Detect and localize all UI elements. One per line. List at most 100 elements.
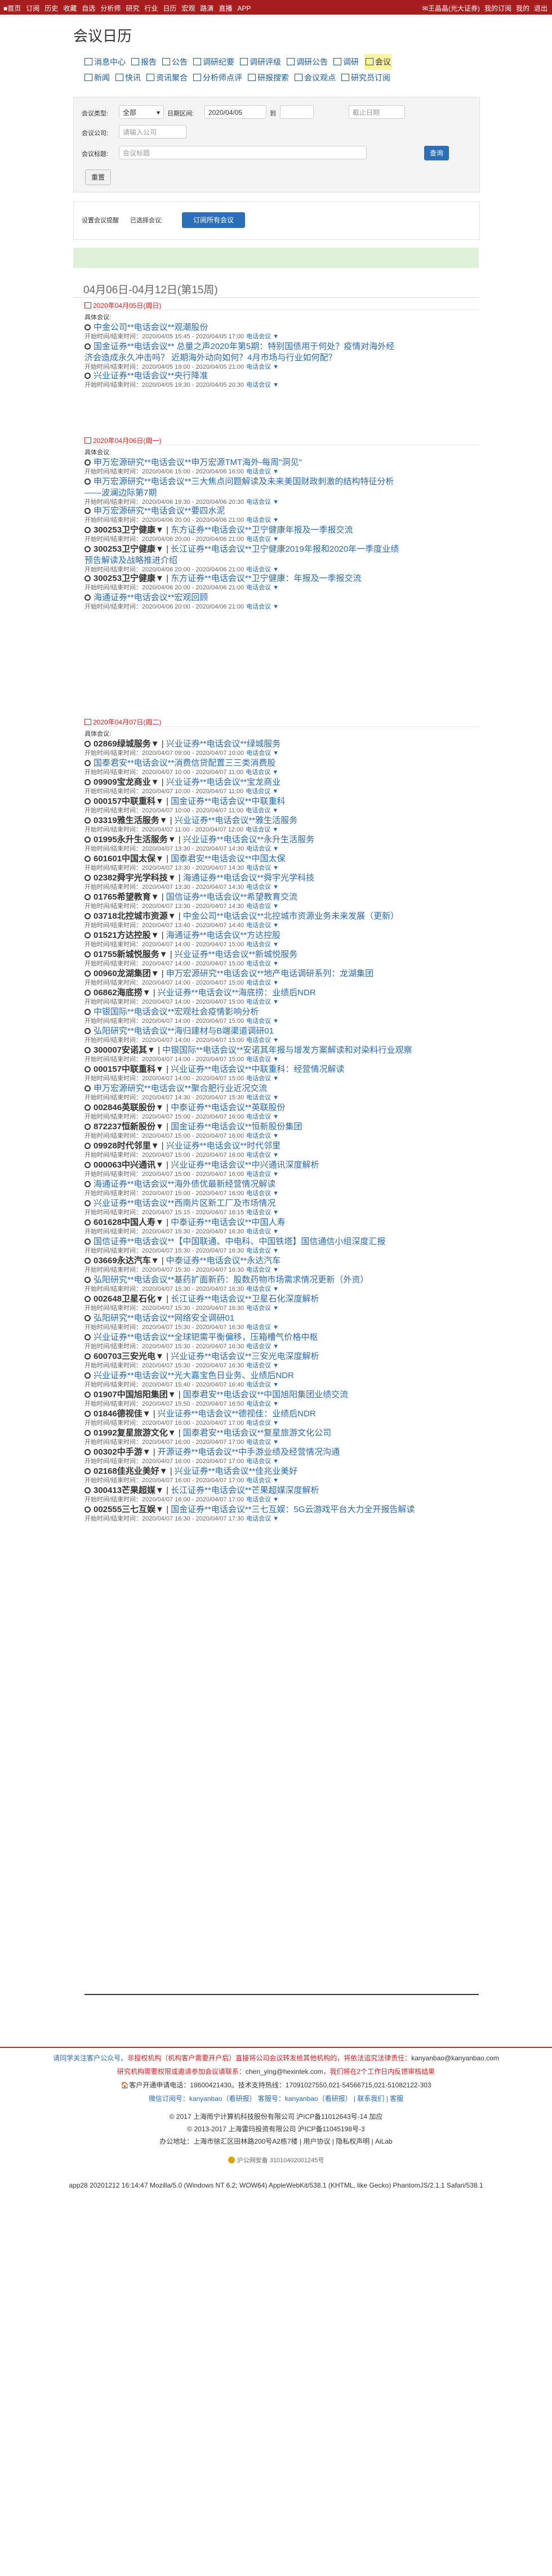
radio-select-icon[interactable]: [84, 1353, 91, 1359]
chevron-down-icon[interactable]: ▼: [270, 807, 278, 814]
top-menu-item[interactable]: ■首页: [3, 5, 21, 12]
top-menu-item[interactable]: 宏观: [181, 5, 195, 12]
event-title-link[interactable]: 兴业证券**电话会议**时代邻里: [166, 1141, 281, 1151]
stock-code-link[interactable]: 000157中联重科▼: [94, 1065, 164, 1074]
top-menu-item[interactable]: 历史: [44, 5, 58, 12]
chevron-down-icon[interactable]: ▼: [271, 884, 279, 891]
top-menu-item[interactable]: 分析师: [100, 5, 121, 12]
radio-select-icon[interactable]: [84, 594, 91, 601]
event-title-link[interactable]: 中金公司**电话会议**观潮股份: [94, 323, 208, 332]
stock-code-link[interactable]: 01755新城悦服务▼: [94, 950, 168, 959]
stock-code-link[interactable]: 02869绿城服务▼: [94, 739, 159, 749]
radio-select-icon[interactable]: [84, 527, 91, 533]
radio-select-icon[interactable]: [84, 1468, 91, 1474]
search-button[interactable]: 查询: [424, 146, 449, 160]
radio-select-icon[interactable]: [84, 1392, 91, 1398]
radio-select-icon[interactable]: [84, 1296, 91, 1302]
top-menu-item[interactable]: 直播: [219, 5, 232, 12]
user-menu-item[interactable]: 我的: [516, 5, 529, 12]
radio-select-icon[interactable]: [84, 894, 91, 900]
event-title-link[interactable]: 海通证券**电话会议**舜宇光学科技: [183, 873, 314, 883]
footer-email-link[interactable]: chen_ying@hexintek.com: [246, 2068, 323, 2076]
stock-code-link[interactable]: 872237恒新股份▼: [94, 1122, 164, 1132]
event-title-link[interactable]: 兴业证券**电话会议**光大嘉宝色日业务、业绩后NDR: [94, 1371, 294, 1380]
chevron-down-icon[interactable]: ▼: [271, 903, 279, 910]
nav-item[interactable]: 新闻: [84, 70, 110, 86]
radio-select-icon[interactable]: [84, 1104, 91, 1111]
radio-select-icon[interactable]: [84, 990, 91, 996]
nav-item[interactable]: 快讯: [115, 70, 141, 86]
radio-select-icon[interactable]: [84, 478, 91, 485]
stock-code-link[interactable]: 02382舜宇光学科技▼: [94, 873, 176, 883]
event-title-link[interactable]: 开源证券**电话会议**中手游业绩及经营情况沟通: [158, 1447, 340, 1457]
radio-select-icon[interactable]: [84, 1449, 91, 1455]
top-menu-item[interactable]: 订阅: [26, 5, 39, 12]
chevron-down-icon[interactable]: ▼: [271, 364, 279, 370]
stock-code-link[interactable]: 000157中联重科▼: [94, 797, 164, 806]
stock-code-link[interactable]: 01907中国旭阳集团▼: [94, 1390, 176, 1399]
stock-code-link[interactable]: 01521方达控股▼: [94, 931, 159, 940]
nav-item[interactable]: 研报搜索: [248, 70, 289, 86]
event-title-link[interactable]: 国泰君安**电话会议**中国太保: [171, 854, 285, 864]
nav-item[interactable]: 调研: [333, 54, 359, 70]
date-to-input[interactable]: 截止日期: [349, 105, 405, 119]
radio-select-icon[interactable]: [84, 837, 91, 843]
radio-select-icon[interactable]: [84, 1277, 91, 1283]
type-select[interactable]: 全部 ▾: [119, 105, 164, 119]
radio-select-icon[interactable]: [84, 1334, 91, 1340]
stock-code-link[interactable]: 03718北控城市资源▼: [94, 911, 176, 921]
radio-select-icon[interactable]: [84, 760, 91, 766]
chevron-down-icon[interactable]: ▼: [271, 1113, 279, 1120]
event-title-link[interactable]: 兴业证券**电话会议**海底捞：业绩后NDR: [158, 988, 316, 998]
stock-code-link[interactable]: 09909宝龙商业▼: [94, 777, 159, 787]
stock-code-link[interactable]: 300007安诺其▼: [94, 1045, 155, 1055]
event-title-link[interactable]: 国信证券**电话会议**【中国联通、中电科、中国铁塔】国信通信小组深度汇报: [94, 1237, 385, 1246]
radio-select-icon[interactable]: [84, 1028, 91, 1034]
event-title-link[interactable]: 弘阳研究**电话会议**网络安全调研01: [94, 1313, 234, 1323]
top-menu-item[interactable]: 研究: [126, 5, 139, 12]
radio-select-icon[interactable]: [84, 1430, 91, 1436]
chevron-down-icon[interactable]: ▼: [271, 1209, 279, 1216]
subscribe-all-button[interactable]: 订阅所有会议: [182, 212, 245, 228]
event-title-link[interactable]: 国金证券**电话会议**恒新股份集团: [171, 1122, 302, 1132]
stock-code-link[interactable]: 02168佳兆业美好▼: [94, 1466, 168, 1476]
event-title-link[interactable]: 申万宏源研究**电话会议**三大焦点问题解读及未来美国财政刺激的结构特征分析——…: [84, 477, 394, 498]
title-input[interactable]: 会议标题: [119, 146, 367, 159]
event-title-link[interactable]: 中银国际**电话会议**安诺其年报与增发方案解读和对染料行业观察: [162, 1045, 412, 1055]
stock-code-link[interactable]: 300253卫宁健康▼: [94, 525, 164, 535]
chevron-down-icon[interactable]: ▼: [271, 1075, 279, 1082]
radio-select-icon[interactable]: [84, 1162, 91, 1168]
reset-button[interactable]: 重置: [85, 169, 111, 185]
radio-select-icon[interactable]: [84, 1372, 91, 1379]
radio-select-icon[interactable]: [84, 913, 91, 919]
chevron-down-icon[interactable]: ▼: [270, 788, 278, 795]
radio-select-icon[interactable]: [84, 1143, 91, 1149]
radio-select-icon[interactable]: [84, 971, 91, 977]
event-title-link[interactable]: 兴业证券**电话会议**西南片区新工厂及市场情况: [94, 1198, 275, 1208]
event-title-link[interactable]: 申万宏源研究**电话会议**要四水泥: [94, 506, 225, 516]
event-title-link[interactable]: 兴业证券**电话会议**三安光电深度解析: [171, 1352, 319, 1361]
stock-code-link[interactable]: 06862海底捞▼: [94, 988, 151, 998]
footer-email-link[interactable]: kanyanbao@kanyanbao.com: [411, 2054, 499, 2062]
stock-code-link[interactable]: 300253卫宁健康▼: [94, 544, 164, 554]
stock-code-link[interactable]: 002846英联股份▼: [94, 1103, 164, 1112]
nav-item[interactable]: 调研公告: [287, 54, 328, 70]
nav-item[interactable]: 消息中心: [84, 54, 126, 70]
date-to-select[interactable]: [280, 105, 314, 119]
chevron-down-icon[interactable]: ▼: [271, 922, 279, 929]
event-title-link[interactable]: 兴业证券**电话会议**绿城服务: [166, 739, 281, 749]
stock-code-link[interactable]: 300253卫宁健康▼: [94, 574, 164, 583]
event-title-link[interactable]: 申万宏源研究**电话会议**申万宏源TMT海外-每周"洞见": [94, 458, 302, 467]
stock-code-link[interactable]: 002555三七互娱▼: [94, 1505, 164, 1514]
event-title-link[interactable]: 海通证券**电话会议**宏观回顾: [94, 593, 208, 602]
chevron-down-icon[interactable]: ▼: [271, 1267, 279, 1273]
radio-select-icon[interactable]: [84, 1066, 91, 1072]
chevron-down-icon[interactable]: ▼: [271, 1247, 279, 1254]
nav-item[interactable]: 研究员订阅: [341, 70, 390, 86]
radio-select-icon[interactable]: [84, 343, 91, 350]
chevron-down-icon[interactable]: ▼: [271, 865, 279, 871]
radio-select-icon[interactable]: [84, 1411, 91, 1417]
event-title-link[interactable]: 中泰证券**电话会议**中国人寿: [171, 1218, 285, 1227]
chevron-down-icon[interactable]: ▼: [271, 1324, 279, 1331]
event-title-link[interactable]: 兴业证券**电话会议**宝龙商业: [166, 777, 281, 787]
